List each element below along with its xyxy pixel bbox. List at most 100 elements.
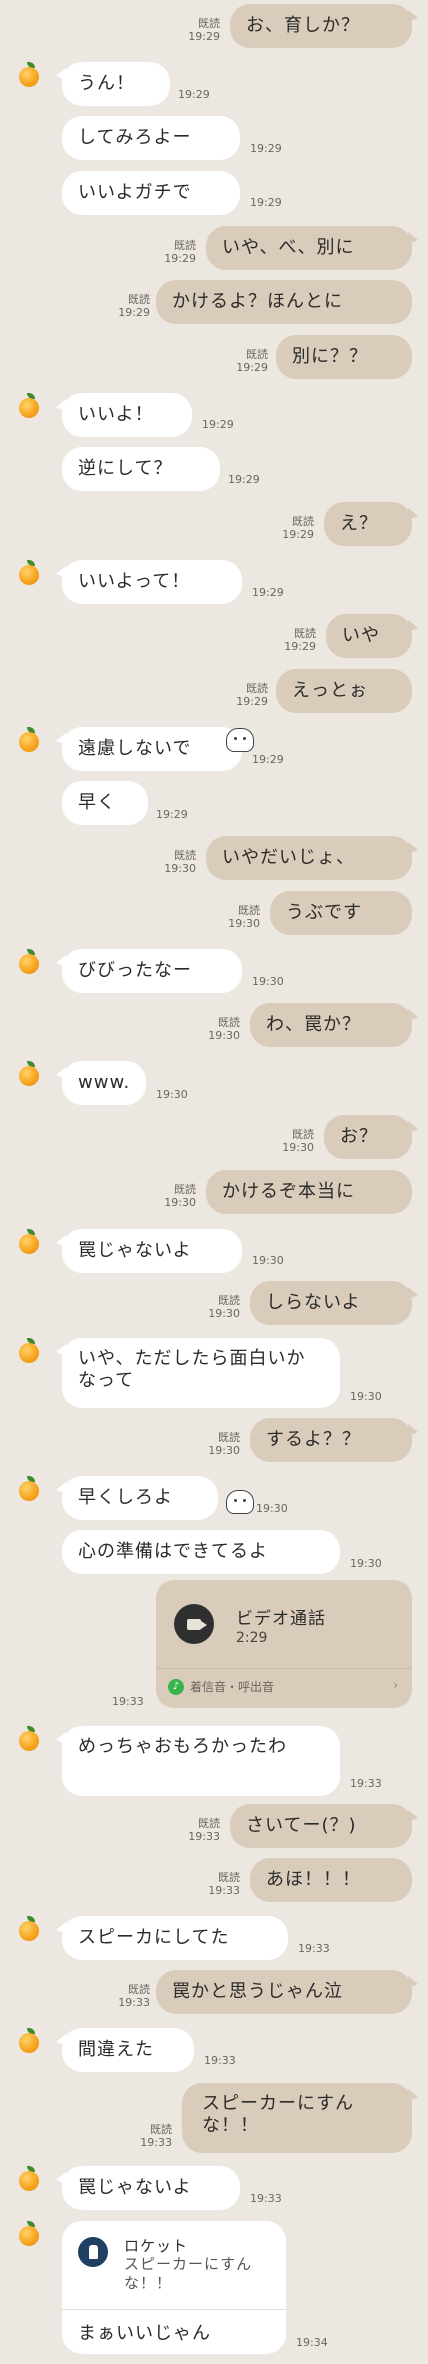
message-time: 19:29 — [202, 418, 234, 431]
incoming-message[interactable]: 心の準備はできてるよ — [62, 1530, 340, 1574]
avatar-icon[interactable] — [16, 1229, 42, 1255]
incoming-message[interactable]: いいよ！ — [56, 393, 192, 437]
message-time: 19:29 — [250, 142, 282, 155]
incoming-message[interactable]: いいよガチで — [62, 171, 240, 215]
call-title: ビデオ通話 — [236, 1609, 326, 1629]
message-meta: 既読 19:30 — [228, 904, 260, 930]
message-meta: 既読 19:29 — [282, 515, 314, 541]
divider — [156, 1668, 412, 1669]
outgoing-message[interactable]: さいてー(？) — [230, 1804, 418, 1848]
avatar-icon[interactable] — [16, 727, 42, 753]
outgoing-message[interactable]: え？ — [324, 502, 418, 546]
incoming-message[interactable]: 罠じゃないよ — [56, 2166, 240, 2210]
outgoing-message[interactable]: 罠かと思うじゃん泣 — [156, 1970, 418, 2014]
outgoing-message[interactable]: いや、べ、別に — [206, 226, 418, 270]
message-meta: 既読 19:29 — [164, 239, 196, 265]
sticker-icon — [226, 728, 254, 752]
message-meta: 既読 19:33 — [208, 1871, 240, 1897]
message-time: 19:29 — [252, 586, 284, 599]
message-meta: 既読 19:30 — [164, 1183, 196, 1209]
message-meta: 既読 19:33 — [140, 2123, 172, 2149]
incoming-message[interactable]: びびったなー — [56, 949, 242, 993]
avatar-icon[interactable] — [16, 949, 42, 975]
chevron-right-icon: › — [393, 1678, 398, 1692]
avatar-icon[interactable] — [16, 2221, 42, 2247]
message-time: 19:30 — [252, 975, 284, 988]
outgoing-message[interactable]: あほ！！！ — [250, 1858, 412, 1902]
avatar-icon[interactable] — [16, 393, 42, 419]
avatar-icon[interactable] — [16, 2028, 42, 2054]
message-meta: 既読 19:30 — [282, 1128, 314, 1154]
message-time: 19:29 — [156, 808, 188, 821]
quoted-sender: ロケット — [124, 2237, 189, 2255]
message-time: 19:29 — [178, 88, 210, 101]
incoming-message[interactable]: うん！ — [56, 62, 170, 106]
message-meta: 既読 19:29 — [284, 627, 316, 653]
message-time: 19:33 — [204, 2054, 236, 2067]
message-meta: 既読 19:29 — [188, 17, 220, 43]
sticker-icon — [226, 1490, 254, 1514]
outgoing-message[interactable]: いや — [326, 614, 418, 658]
quoted-text: スピーカーにすんな！！ — [124, 2255, 253, 2292]
message-time: 19:33 — [298, 1942, 330, 1955]
video-camera-icon — [174, 1604, 214, 1644]
message-time: 19:30 — [156, 1088, 188, 1101]
outgoing-message[interactable]: スピーカーにすんな！！ — [182, 2083, 418, 2153]
message-meta: 既読 19:30 — [164, 849, 196, 875]
avatar-icon[interactable] — [16, 2166, 42, 2192]
rocket-avatar-icon — [78, 2237, 108, 2267]
outgoing-message[interactable]: いやだいじょ、 — [206, 836, 418, 880]
outgoing-message[interactable]: 別に？？ — [276, 335, 412, 379]
video-call-card[interactable]: ビデオ通話 2:29 ♪ 着信音・呼出音 › — [156, 1580, 412, 1708]
avatar-icon[interactable] — [16, 1916, 42, 1942]
message-meta: 既読 19:33 — [118, 1983, 150, 2009]
message-meta: 既読 19:30 — [208, 1294, 240, 1320]
music-note-icon: ♪ — [168, 1678, 184, 1695]
message-time: 19:30 — [256, 1502, 288, 1515]
incoming-message[interactable]: 早くしろよ — [56, 1476, 218, 1520]
incoming-message[interactable]: 間違えた — [56, 2028, 194, 2072]
message-time: 19:30 — [350, 1390, 382, 1403]
incoming-message[interactable]: 早く — [62, 781, 148, 825]
message-meta: 既読 19:29 — [236, 348, 268, 374]
avatar-icon[interactable] — [16, 62, 42, 88]
outgoing-message[interactable]: しらないよ — [250, 1281, 418, 1325]
reply-message[interactable]: ロケット スピーカーにすんな！！ まぁいいじゃん — [62, 2221, 286, 2354]
message-time: 19:33 — [250, 2192, 282, 2205]
chat-thread: 既読 19:29 お、育しか？ うん！ 19:29 してみろよー 19:29 いい… — [0, 0, 428, 2364]
avatar-icon[interactable] — [16, 560, 42, 586]
message-meta: 既読 19:33 — [188, 1817, 220, 1843]
incoming-message[interactable]: いや、ただしたら面白いかなって — [56, 1338, 340, 1408]
outgoing-message[interactable]: するよ？？ — [250, 1418, 418, 1462]
incoming-message[interactable]: いいよって！ — [56, 560, 242, 604]
incoming-message[interactable]: www. — [56, 1061, 146, 1105]
outgoing-message[interactable]: えっとぉ — [276, 669, 412, 713]
ringtone-link[interactable]: ♪ 着信音・呼出音 — [168, 1678, 274, 1695]
message-meta: 既読 19:29 — [236, 682, 268, 708]
avatar-icon[interactable] — [16, 1726, 42, 1752]
outgoing-message[interactable]: お？ — [324, 1115, 418, 1159]
message-meta: 既読 19:30 — [208, 1016, 240, 1042]
message-time: 19:30 — [252, 1254, 284, 1267]
avatar-icon[interactable] — [16, 1338, 42, 1364]
reply-text: まぁいいじゃん — [78, 2323, 211, 2344]
outgoing-message[interactable]: かけるよ？ほんとに — [156, 280, 412, 324]
outgoing-message[interactable]: かけるぞ本当に — [206, 1170, 412, 1214]
call-duration: 2:29 — [236, 1630, 268, 1646]
outgoing-message[interactable]: お、育しか？ — [230, 4, 418, 48]
message-time: 19:30 — [350, 1557, 382, 1570]
message-time: 19:34 — [296, 2336, 328, 2349]
outgoing-message[interactable]: うぶです — [270, 891, 412, 935]
incoming-message[interactable]: 罠じゃないよ — [56, 1229, 242, 1273]
divider — [62, 2309, 286, 2310]
incoming-message[interactable]: 遠慮しないで — [56, 727, 242, 771]
message-time: 19:29 — [252, 753, 284, 766]
avatar-icon[interactable] — [16, 1476, 42, 1502]
message-meta: 既読 19:30 — [208, 1431, 240, 1457]
incoming-message[interactable]: めっちゃおもろかったわ — [56, 1726, 340, 1796]
incoming-message[interactable]: スピーカにしてた — [56, 1916, 288, 1960]
outgoing-message[interactable]: わ、罠か？ — [250, 1003, 418, 1047]
avatar-icon[interactable] — [16, 1061, 42, 1087]
incoming-message[interactable]: してみろよー — [62, 116, 240, 160]
incoming-message[interactable]: 逆にして？ — [62, 447, 220, 491]
